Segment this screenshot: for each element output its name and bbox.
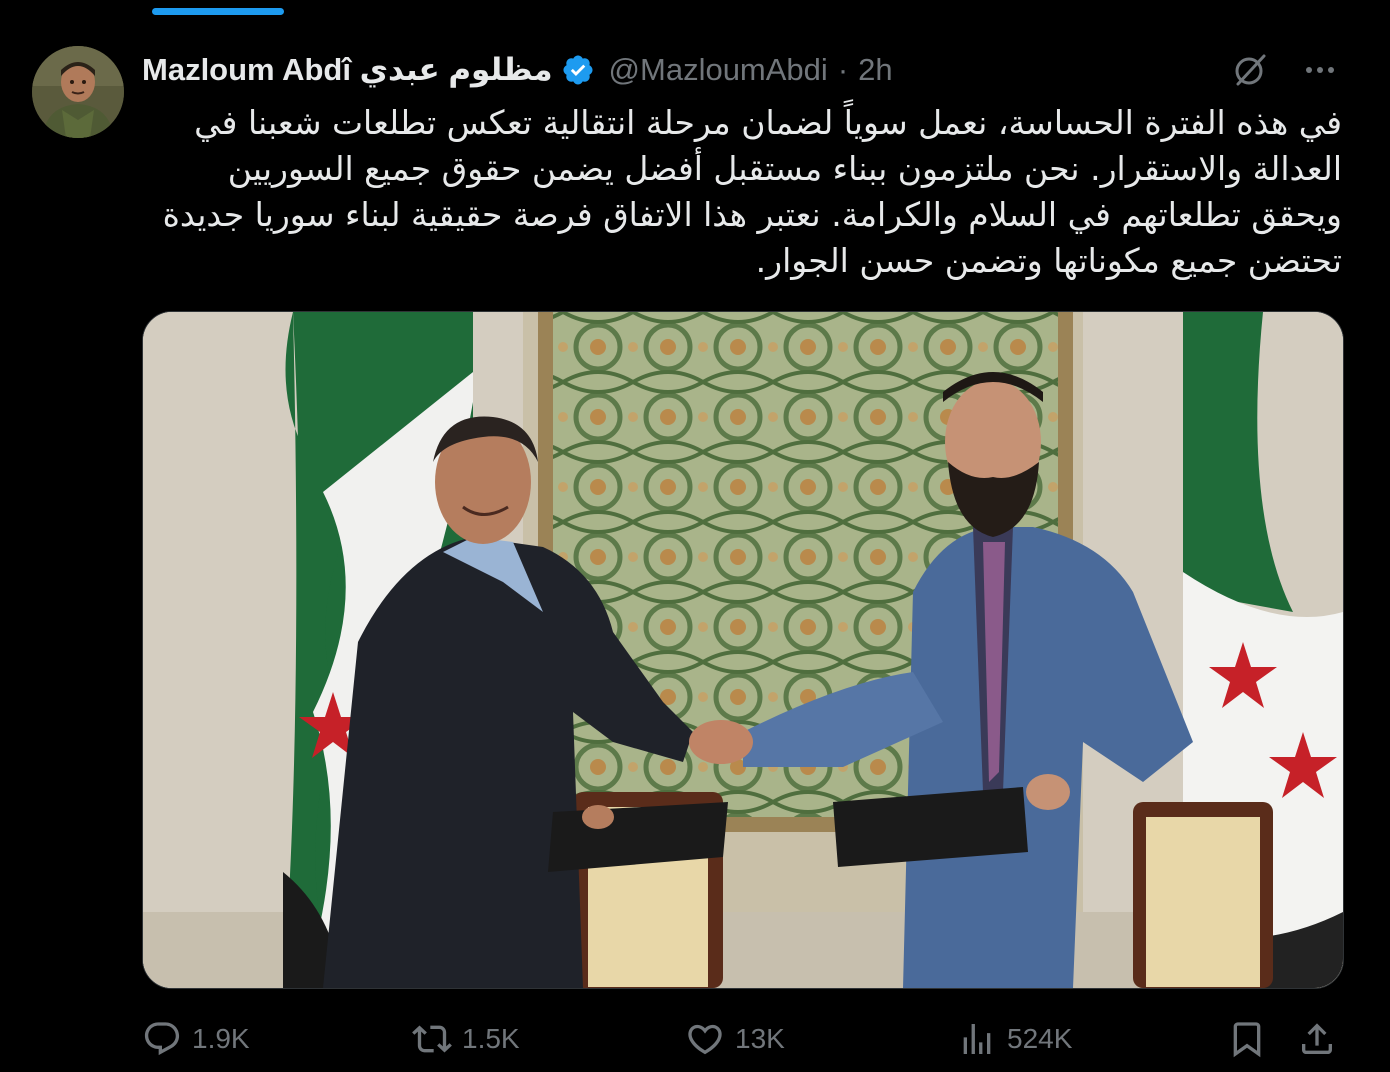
- reply-icon: [142, 1019, 182, 1059]
- action-bar: 1.9K 1.5K 13K 524K: [142, 1012, 1342, 1066]
- repost-button[interactable]: 1.5K: [412, 1012, 520, 1066]
- repost-count: 1.5K: [462, 1023, 520, 1054]
- handshake-photo: [143, 312, 1343, 988]
- verified-badge-icon[interactable]: [561, 53, 595, 87]
- tweet-text: في هذه الفترة الحساسة، نعمل سوياً لضمان …: [162, 103, 1342, 280]
- more-options-icon[interactable]: [1300, 50, 1340, 90]
- tweet-header: Mazloum Abdî مظلوم عبدي @MazloumAbdi · 2…: [142, 48, 893, 92]
- tab-indicator: [152, 8, 284, 15]
- repost-icon: [412, 1019, 452, 1059]
- header-actions: [1230, 50, 1340, 90]
- views-button[interactable]: 524K: [957, 1012, 1072, 1066]
- bookmark-button[interactable]: [1227, 1012, 1267, 1066]
- like-icon: [685, 1019, 725, 1059]
- display-name[interactable]: Mazloum Abdî مظلوم عبدي: [142, 52, 553, 88]
- like-button[interactable]: 13K: [685, 1012, 785, 1066]
- reply-button[interactable]: 1.9K: [142, 1012, 250, 1066]
- share-button[interactable]: [1297, 1012, 1337, 1066]
- tweet-photo[interactable]: [142, 311, 1344, 989]
- like-count: 13K: [735, 1023, 785, 1054]
- views-icon: [957, 1019, 997, 1059]
- grok-icon[interactable]: [1230, 50, 1270, 90]
- timestamp[interactable]: 2h: [858, 52, 892, 88]
- separator-dot: ·: [837, 52, 849, 87]
- reply-count: 1.9K: [192, 1023, 250, 1054]
- views-count: 524K: [1007, 1023, 1073, 1054]
- tweet-page: Mazloum Abdî مظلوم عبدي @MazloumAbdi · 2…: [0, 0, 1390, 1072]
- avatar-image: [32, 46, 124, 138]
- bookmark-icon: [1227, 1019, 1267, 1059]
- avatar[interactable]: [32, 46, 124, 138]
- user-handle[interactable]: @MazloumAbdi: [609, 52, 828, 88]
- share-icon: [1297, 1019, 1337, 1059]
